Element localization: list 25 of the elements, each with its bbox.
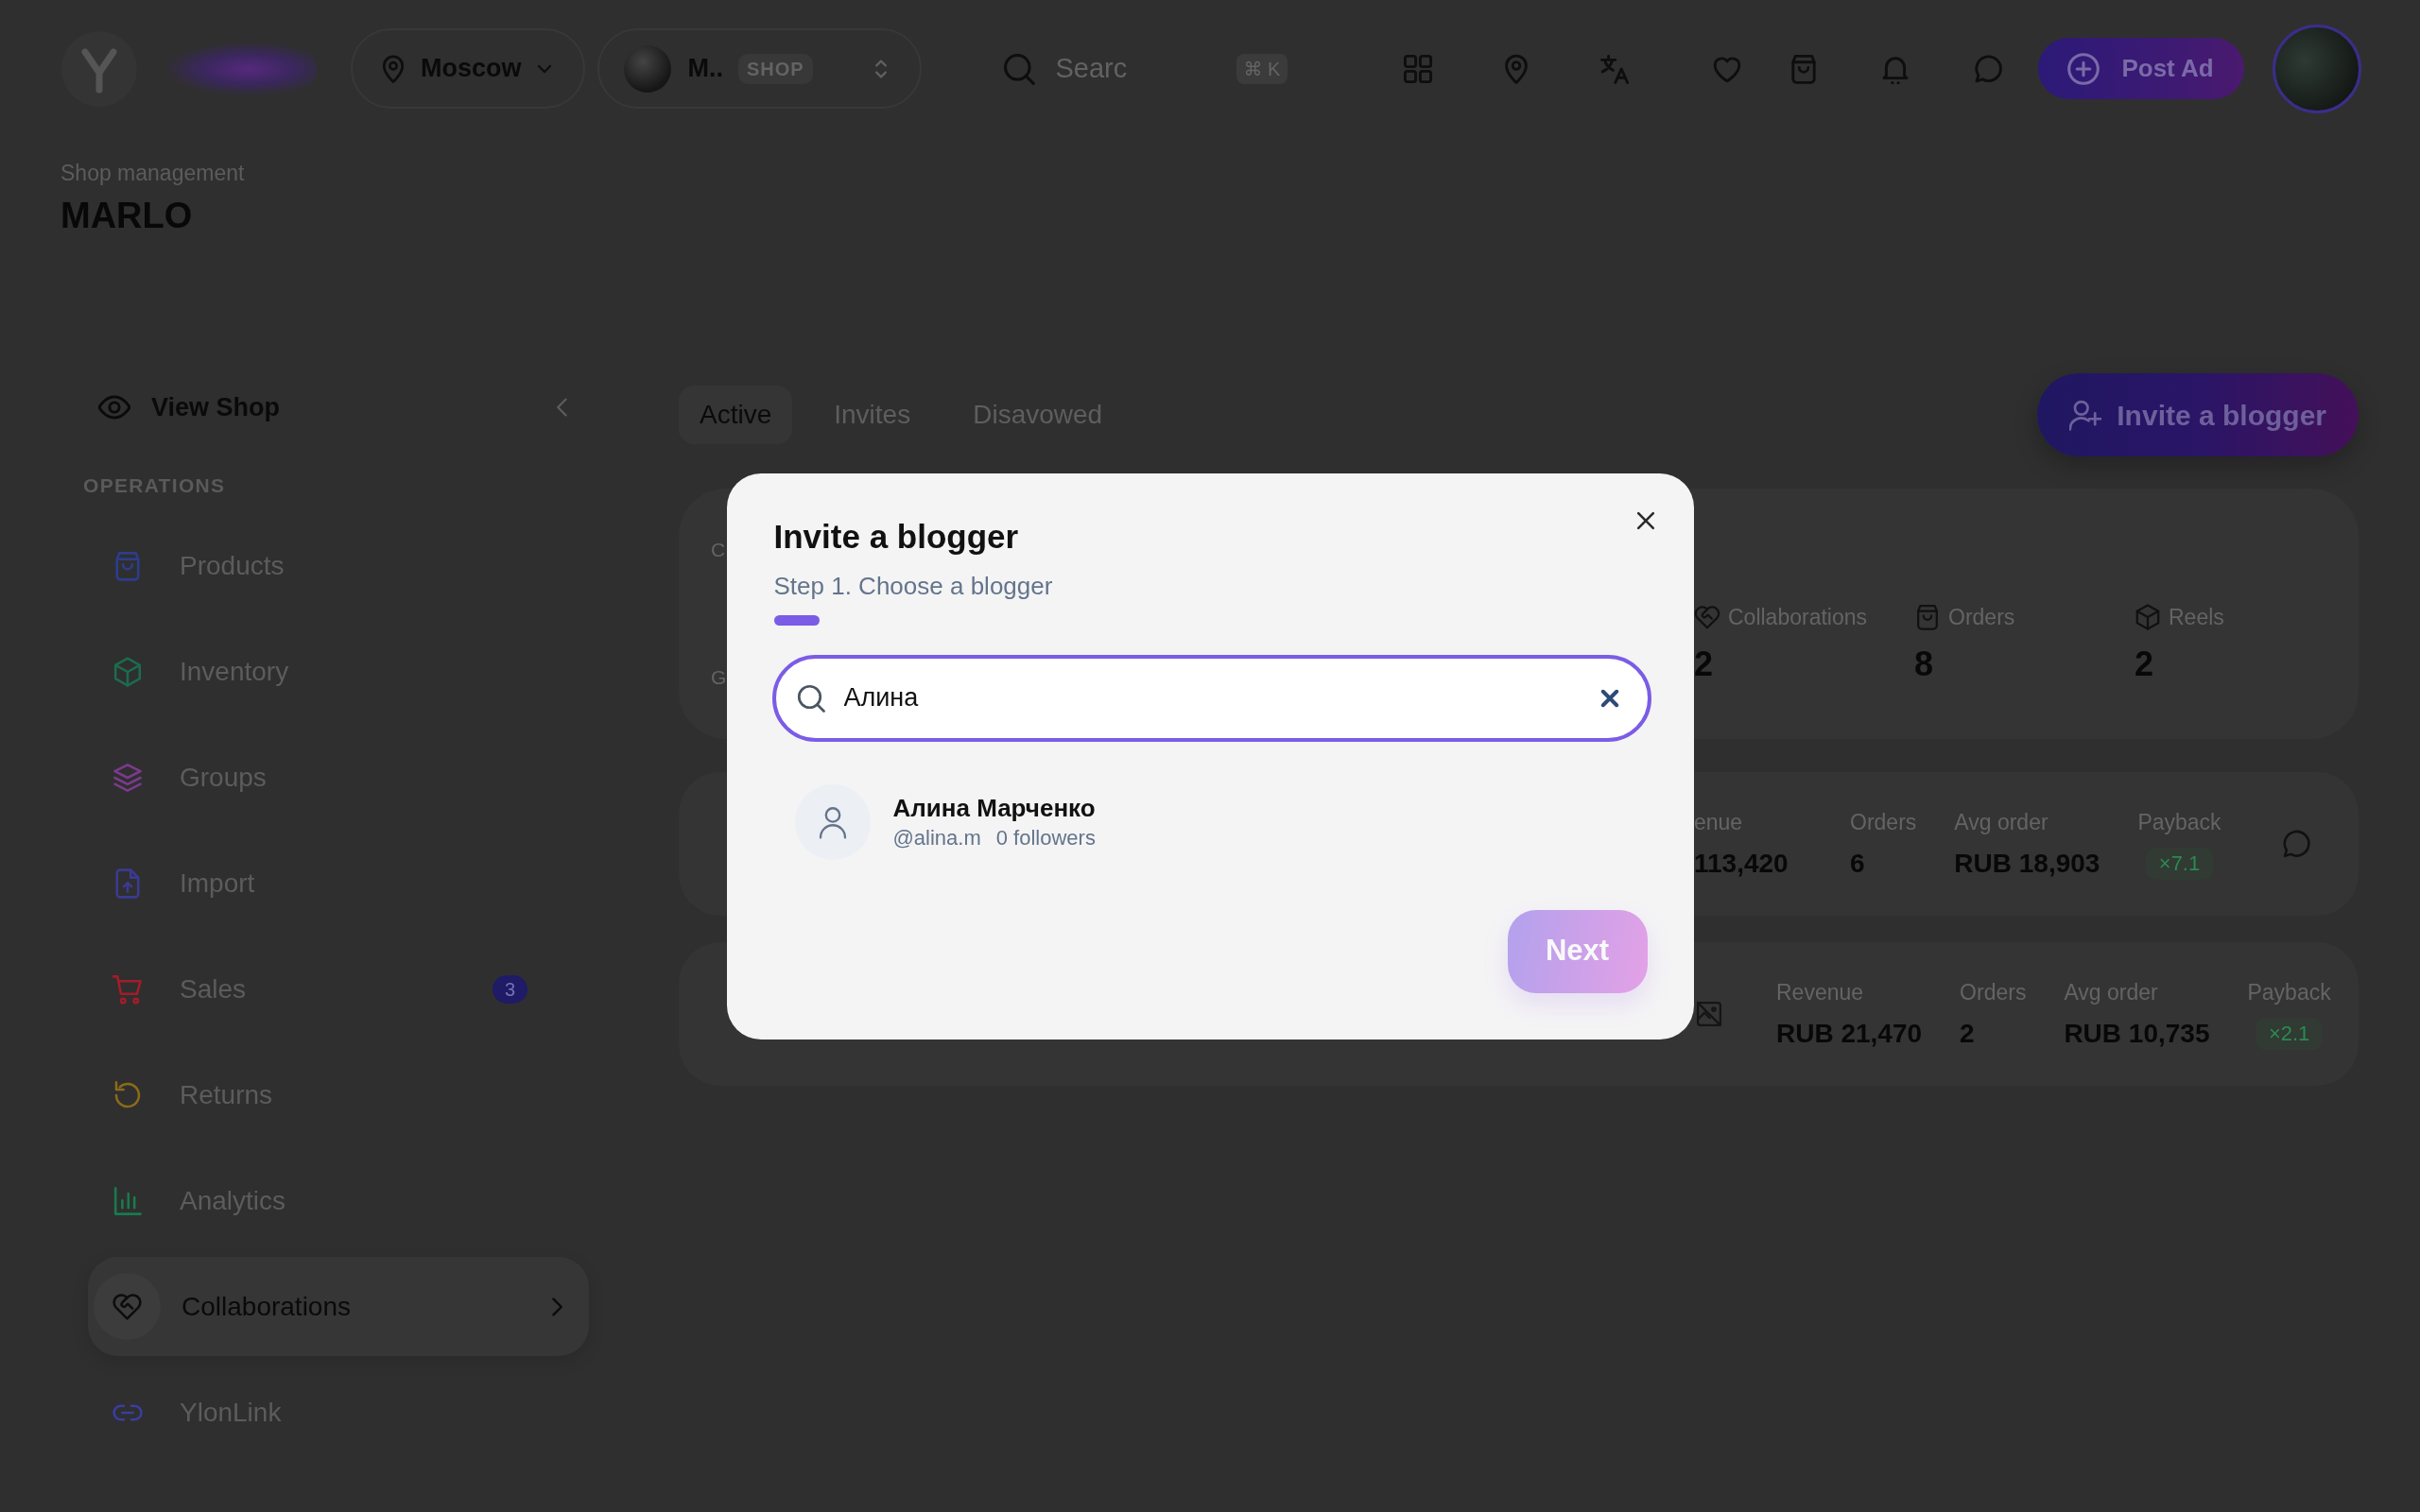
search-icon — [796, 683, 825, 713]
chat-icon[interactable] — [1973, 53, 2004, 84]
search-field[interactable]: Алина — [771, 654, 1651, 742]
payback-badge: ×2.1 — [2255, 1017, 2324, 1050]
grid-icon[interactable] — [1403, 53, 1434, 84]
step-label: Step 1. Choose a blogger — [773, 570, 1053, 601]
blogger-handle: @alina.m — [892, 824, 981, 851]
post-ad-button[interactable]: Post Ad — [2038, 38, 2244, 99]
follower-count: 0 followers — [995, 824, 1096, 851]
blogger-result[interactable]: Алина Марченко @alina.m 0 followers — [773, 772, 1650, 871]
search-icon[interactable] — [1002, 52, 1035, 85]
box-icon — [2135, 604, 2161, 630]
count-badge: 3 — [492, 974, 527, 1004]
step-indicator-icon — [773, 614, 820, 626]
user-avatar-icon — [794, 783, 871, 860]
plus-circle-icon — [2067, 52, 2100, 85]
blogger-name: Алина Марченко — [892, 792, 1096, 823]
translate-icon[interactable] — [1599, 53, 1631, 84]
chat-icon[interactable] — [2280, 829, 2311, 859]
user-plus-icon — [2069, 399, 2102, 431]
invite-blogger-button[interactable]: Invite a blogger — [2037, 373, 2359, 456]
dialog-title: Invite a blogger — [773, 516, 1019, 557]
shopping-bag-icon — [1914, 604, 1941, 630]
heart-icon — [1694, 604, 1720, 630]
payback-badge: ×7.1 — [2145, 847, 2214, 880]
